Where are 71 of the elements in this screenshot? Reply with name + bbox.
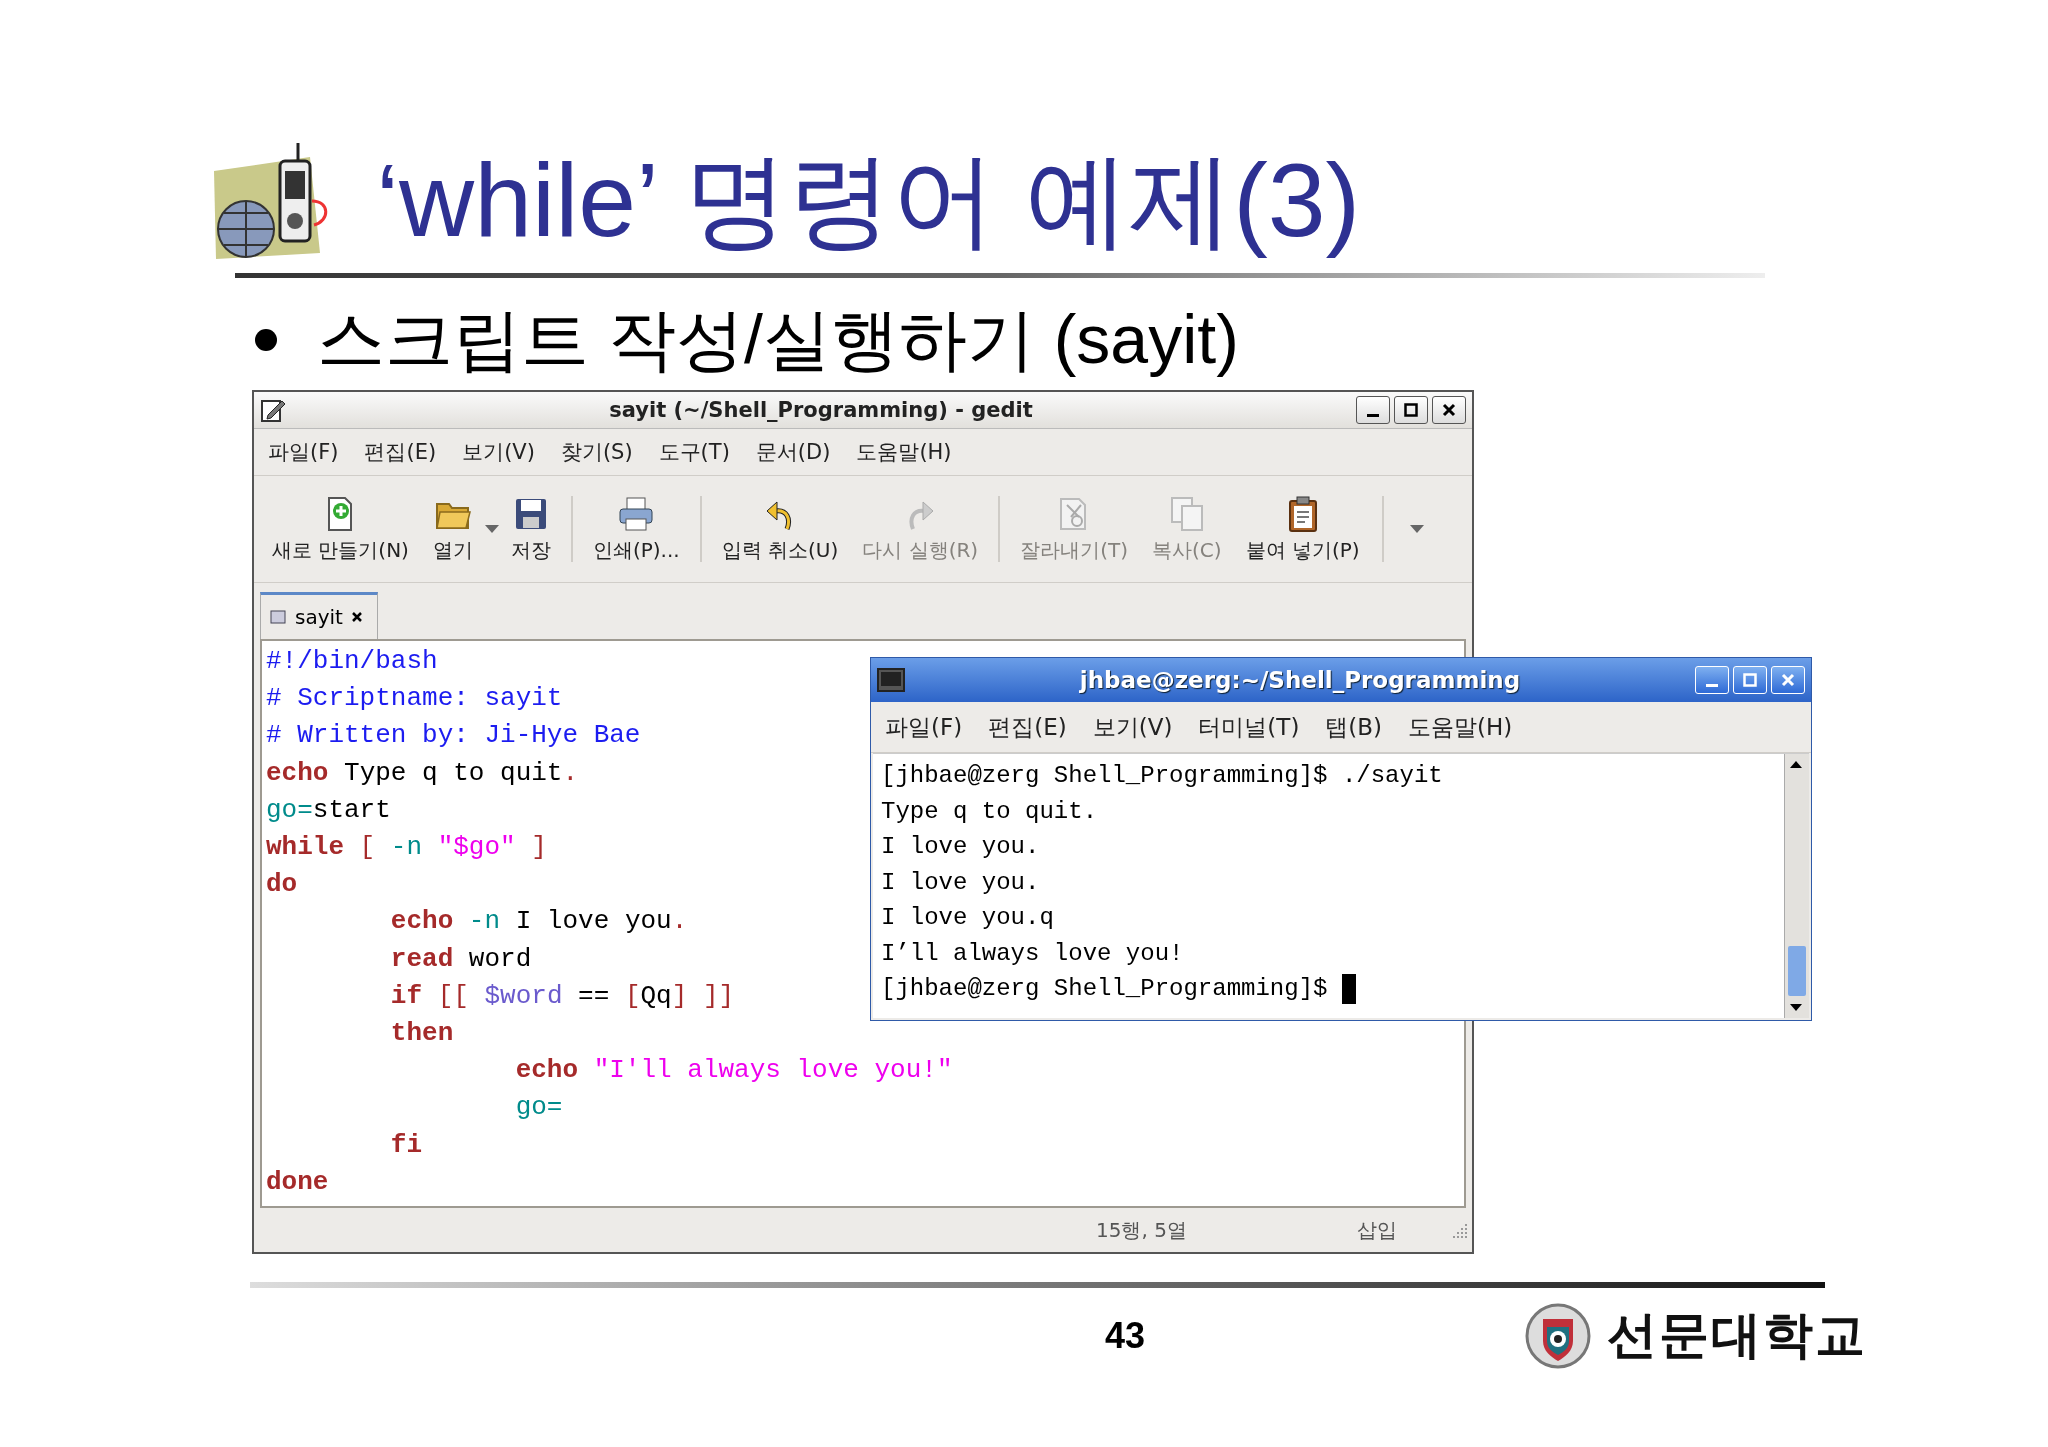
toolbar-button[interactable]: 새로 만들기(N)	[260, 490, 421, 568]
menu-item[interactable]: 파일(F)	[885, 711, 963, 743]
scrollbar-thumb[interactable]	[1788, 946, 1806, 996]
code-line: echo "I'll always love you!"	[514, 1054, 953, 1088]
scrollbar[interactable]	[1784, 754, 1809, 1018]
menu-item[interactable]: 보기(V)	[462, 438, 535, 466]
menu-item[interactable]: 찾기(S)	[560, 438, 633, 466]
bullet-icon	[255, 329, 277, 351]
toolbar-button[interactable]: 저장	[498, 490, 563, 568]
toolbar-button[interactable]: 입력 취소(U)	[709, 490, 851, 568]
code-line: do	[266, 868, 298, 902]
close-icon	[1781, 673, 1795, 687]
code-line: echo Type q to quit.	[266, 756, 579, 790]
resize-grip-icon[interactable]	[1452, 1222, 1468, 1238]
caret-icon	[1409, 525, 1424, 533]
code-line: # Written by: Ji-Hye Bae	[266, 719, 641, 753]
code-line: while [ -n "$go" ]	[266, 831, 547, 864]
menu-item[interactable]: 도움말(H)	[1408, 711, 1513, 743]
code-line: go=start	[266, 793, 391, 827]
menu-item[interactable]: 터미널(T)	[1198, 711, 1300, 743]
toolbar-button[interactable]: 붙여 넣기(P)	[1233, 490, 1372, 568]
code-line: done	[266, 1165, 329, 1199]
window-title: sayit (~/Shell_Programming) - gedit	[609, 398, 1033, 422]
emblem-icon	[1525, 1302, 1592, 1369]
menu-item[interactable]: 도구(T)	[658, 438, 730, 466]
terminal-line: [jhbae@zerg Shell_Programming]$	[881, 971, 1356, 1007]
code-line: # Scriptname: sayit	[266, 682, 563, 716]
document-tab[interactable]: sayit	[260, 592, 378, 639]
university-logo-text: 선문대학교	[1607, 1305, 1868, 1366]
menu-item[interactable]: 편집(E)	[364, 438, 437, 466]
terminal-line: I love you.q	[881, 903, 1054, 933]
menu-item[interactable]: 문서(D)	[755, 438, 831, 466]
code-line: #!/bin/bash	[266, 645, 438, 678]
terminal-line: I love you.	[881, 867, 1040, 898]
maximize-icon	[1743, 673, 1757, 687]
bullet-text: 스크립트 작성/실행하기 (sayit)	[317, 299, 1239, 379]
minimize-icon	[1706, 683, 1718, 687]
terminal-line: I’ll always love you!	[881, 938, 1184, 969]
menu-item[interactable]: 탭(B)	[1325, 711, 1383, 743]
cursor-position: 15행, 5열	[1096, 1216, 1187, 1244]
terminal-line: [jhbae@zerg Shell_Programming]$ ./sayit	[881, 761, 1443, 791]
window-title: jhbae@zerg:~/Shell_Programming	[1079, 667, 1521, 693]
toolbar-button[interactable]: 인쇄(P)...	[580, 490, 692, 568]
terminal-icon	[877, 668, 905, 692]
notepad-icon	[260, 397, 286, 423]
code-line: read word	[389, 942, 532, 976]
code-line: fi	[389, 1128, 423, 1162]
document-icon	[269, 608, 287, 626]
menu-item[interactable]: 파일(F)	[268, 438, 339, 466]
printer-icon	[617, 494, 656, 533]
maximize-icon	[1404, 403, 1418, 417]
maximize-button[interactable]	[1394, 396, 1428, 424]
minimize-button[interactable]	[1356, 396, 1390, 424]
terminal-line: Type q to quit.	[881, 796, 1098, 827]
code-line: then	[389, 1017, 454, 1051]
page-number: 43	[1105, 1314, 1146, 1357]
slide-title: ‘while’ 명령어 예제(3)	[376, 140, 1361, 260]
code-line: if [[ $word == [Qq] ]]	[389, 979, 735, 1013]
code-line: go=	[514, 1091, 563, 1125]
menu-item[interactable]: 보기(V)	[1092, 711, 1173, 743]
insert-mode: 삽입	[1356, 1216, 1397, 1244]
toolbar-button[interactable]: 열기	[420, 490, 485, 568]
close-icon	[1442, 403, 1456, 417]
close-button[interactable]	[1432, 396, 1466, 424]
menu-item[interactable]: 편집(E)	[988, 711, 1067, 743]
menu-item[interactable]: 도움말(H)	[856, 438, 952, 466]
minimize-icon	[1367, 413, 1379, 417]
close-icon[interactable]	[350, 611, 363, 623]
tab-label: sayit	[295, 605, 343, 629]
terminal-line: I love you.	[881, 832, 1040, 862]
code-line: echo -n I love you.	[389, 905, 688, 939]
